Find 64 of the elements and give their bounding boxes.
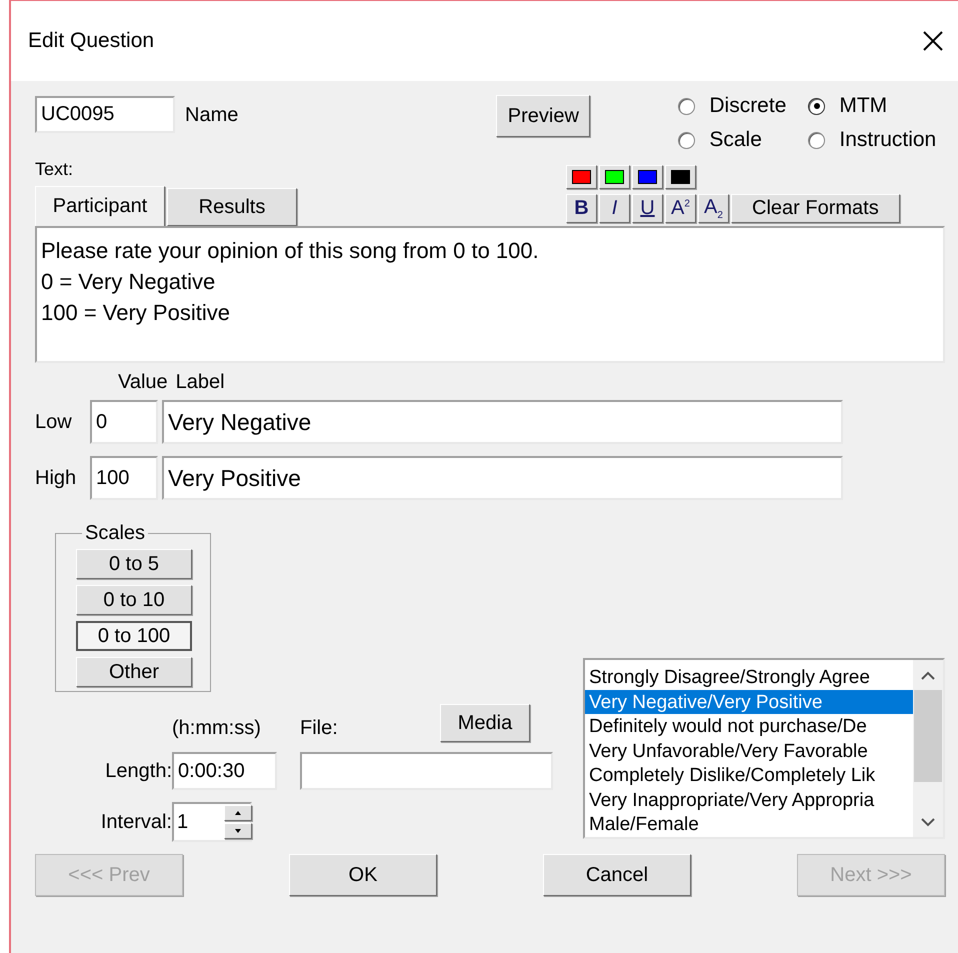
format-button[interactable]: A$^{2}$	[665, 194, 696, 223]
scale-preset-item[interactable]: Completely Dislike/Completely Lik	[585, 763, 913, 788]
name-field[interactable]: UC0095	[35, 96, 175, 133]
scale-button[interactable]: 0 to 10	[76, 585, 192, 615]
interval-spinner[interactable]: 1	[172, 802, 252, 842]
scale-preset-item[interactable]: Male/Female	[585, 812, 913, 837]
format-button[interactable]: I	[599, 194, 630, 223]
length-field[interactable]: 0:00:30	[172, 752, 277, 790]
name-label: Name	[185, 104, 238, 127]
window-title: Edit Question	[28, 29, 154, 53]
format-button[interactable]: U	[632, 194, 663, 223]
length-label: Length:	[104, 760, 172, 782]
scales-title: Scales	[84, 522, 146, 545]
radio-button[interactable]	[808, 98, 826, 114]
value-header: Value	[118, 371, 168, 394]
text-tab[interactable]: Participant	[35, 186, 165, 226]
footer-button[interactable]: OK	[289, 854, 437, 896]
text-label: Text:	[35, 159, 74, 180]
color-button[interactable]	[632, 165, 663, 189]
text-tab[interactable]: Results	[167, 188, 297, 226]
radio-button[interactable]	[678, 132, 696, 148]
chevron-up-icon	[921, 670, 935, 680]
range-row-label: Low	[35, 410, 73, 434]
range-row-label: High	[35, 466, 78, 490]
preview-button[interactable]: Preview	[496, 95, 590, 137]
down-arrow-icon	[235, 829, 241, 833]
file-label: File:	[300, 717, 338, 741]
scale-preset-list[interactable]	[583, 658, 945, 839]
file-field[interactable]	[300, 752, 553, 790]
radio-button[interactable]	[678, 98, 696, 114]
interval-label: Interval:	[100, 810, 172, 834]
footer-button[interactable]: Cancel	[543, 854, 691, 896]
color-button[interactable]	[599, 165, 630, 189]
up-arrow-icon	[235, 811, 241, 815]
radio-label: MTM	[839, 94, 888, 118]
media-button[interactable]: Media	[440, 704, 530, 742]
chevron-down-icon	[921, 818, 935, 826]
label-field[interactable]: Very Negative	[162, 400, 843, 444]
value-field[interactable]: 100	[90, 456, 158, 500]
scale-preset-item[interactable]: Strongly Disagree/Strongly Agree	[585, 665, 913, 690]
scrollbar[interactable]	[913, 660, 943, 837]
radio-label: Instruction	[839, 128, 936, 152]
scale-button[interactable]: 0 to 100	[76, 621, 192, 651]
scale-button[interactable]: 0 to 5	[76, 549, 192, 579]
scroll-thumb[interactable]	[914, 690, 942, 782]
value-field[interactable]: 0	[90, 400, 158, 444]
scale-preset-item[interactable]: Very Unfavorable/Very Favorable	[585, 738, 913, 764]
label-header: Label	[176, 371, 225, 394]
radio-label: Discrete	[709, 94, 786, 118]
question-text-area[interactable]: Please rate your opinion of this song from 0 to 100. 0 = Very Negative 100 = Very Positive	[35, 226, 945, 363]
scale-preset-item[interactable]: Very Negative/Very Positive	[585, 690, 913, 714]
format-button[interactable]: A$_{2}$	[698, 194, 729, 223]
scale-button[interactable]: Other	[76, 657, 192, 687]
scale-preset-item[interactable]: Very Inappropriate/Very Appropria	[585, 788, 913, 812]
color-button[interactable]	[665, 165, 696, 189]
radio-label: Scale	[709, 128, 762, 152]
label-field[interactable]: Very Positive	[162, 456, 843, 500]
scale-preset-item[interactable]: Definitely would not purchase/De	[585, 714, 913, 739]
color-button[interactable]	[566, 165, 597, 189]
clear-formats-button[interactable]: Clear Formats	[731, 194, 900, 223]
radio-button[interactable]	[808, 132, 826, 148]
length-hint: (h:mm:ss)	[172, 717, 262, 741]
format-button[interactable]: B	[566, 194, 597, 223]
close-icon	[922, 30, 944, 52]
